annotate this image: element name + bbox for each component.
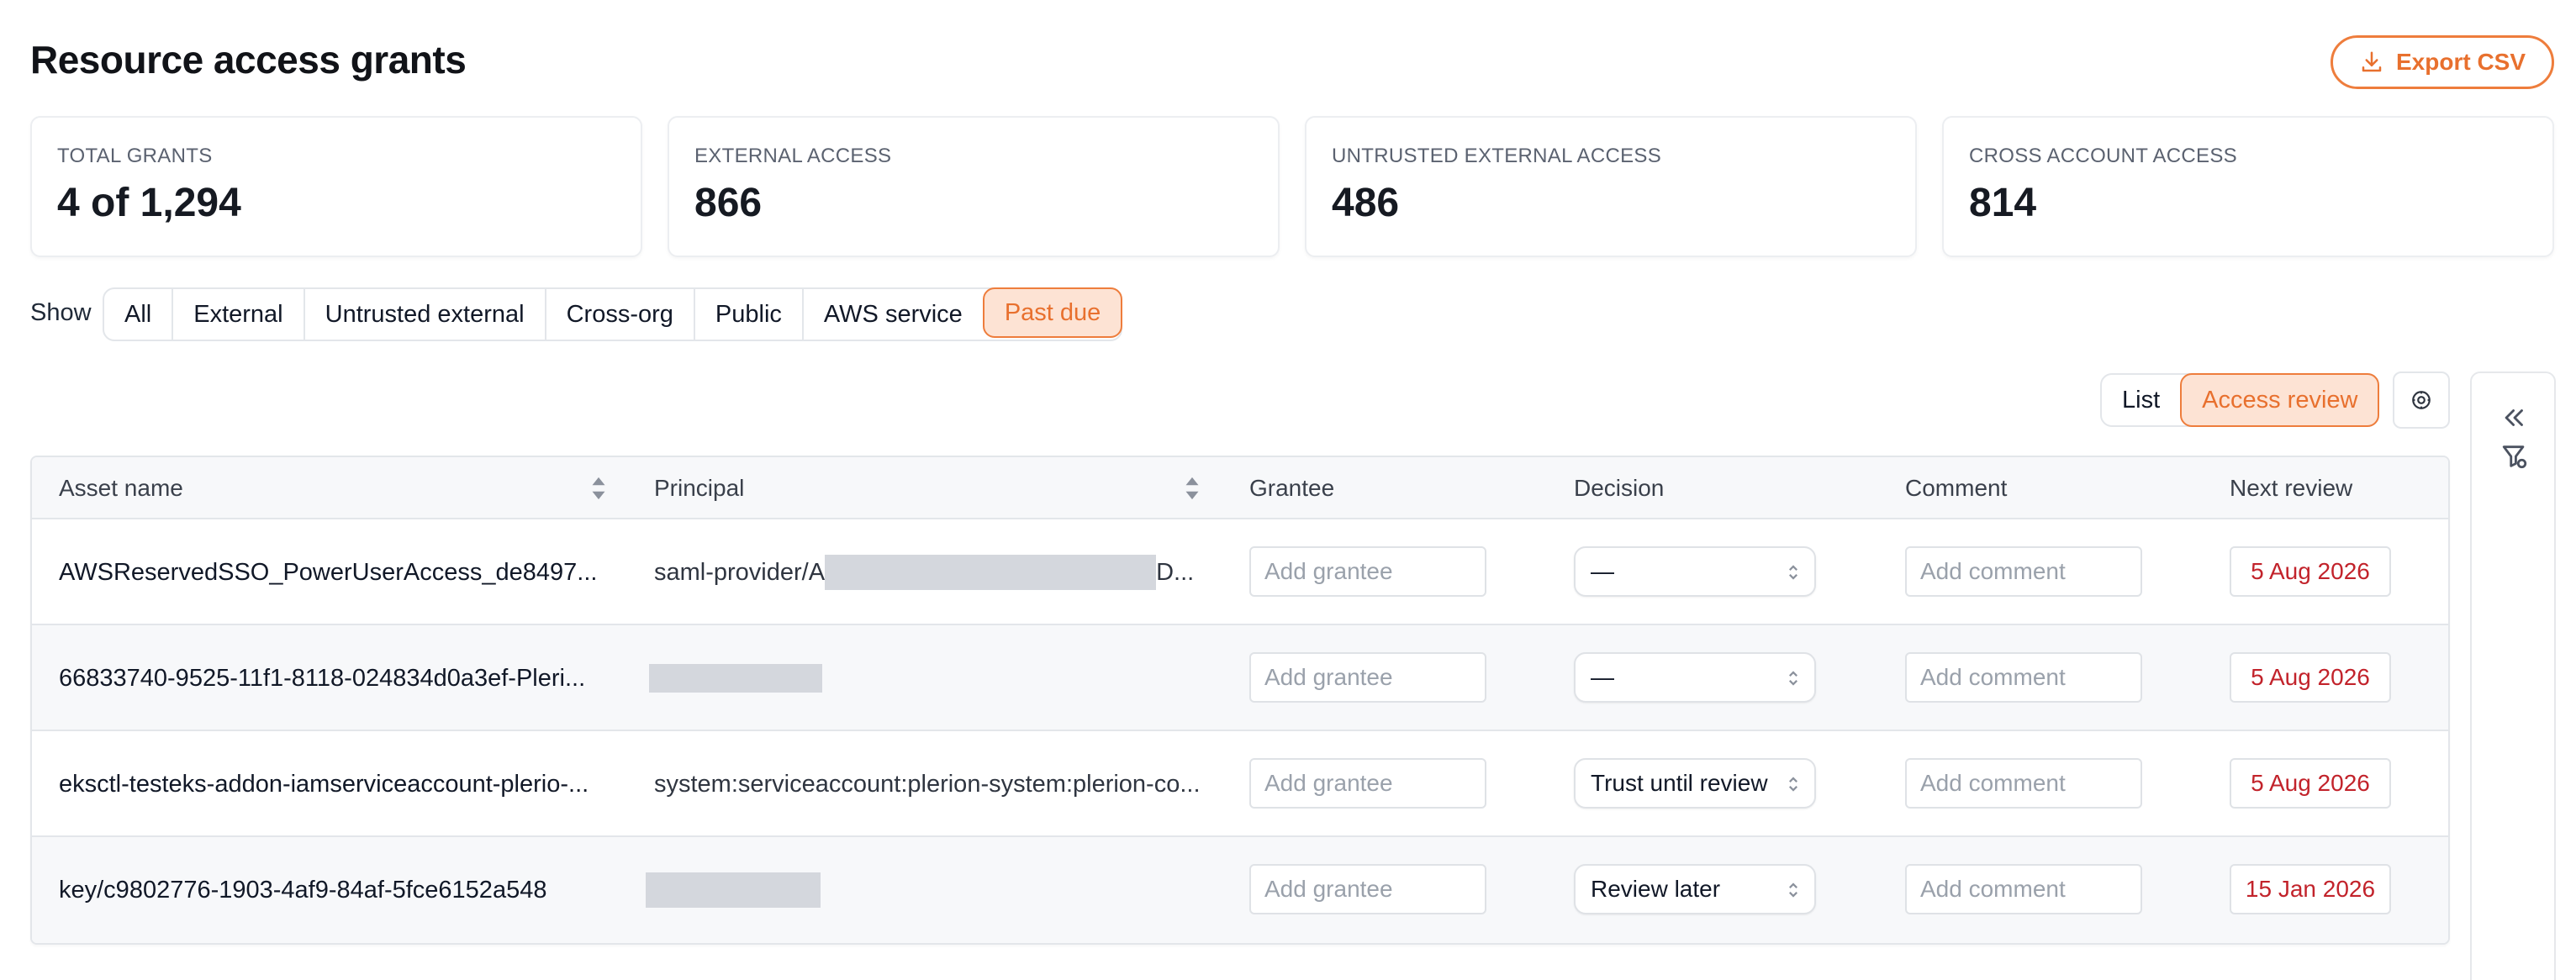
sort-icon[interactable] (590, 476, 607, 501)
asset-name-cell: AWSReservedSSO_PowerUserAccess_de8497... (59, 558, 598, 586)
download-icon (2362, 51, 2382, 72)
header-asset-name[interactable]: Asset name (59, 457, 183, 519)
filter-aws-service[interactable]: AWS service (801, 289, 983, 340)
grantee-input[interactable]: Add grantee (1249, 546, 1486, 597)
principal-cell: saml-provider/A D... (654, 519, 1226, 625)
filter-past-due[interactable]: Past due (982, 287, 1123, 338)
table-row[interactable]: AWSReservedSSO_PowerUserAccess_de8497...… (32, 519, 2448, 625)
header-principal[interactable]: Principal (654, 457, 744, 519)
filter-untrusted-external[interactable]: Untrusted external (303, 289, 545, 340)
stat-label: TOTAL GRANTS (57, 145, 213, 167)
decision-select[interactable]: Review later (1574, 864, 1816, 914)
stat-label: UNTRUSTED EXTERNAL ACCESS (1332, 145, 1662, 167)
header-grantee: Grantee (1249, 475, 1335, 501)
asset-name-cell: eksctl-testeks-addon-iamserviceaccount-p… (59, 770, 589, 798)
page-title: Resource access grants (30, 38, 467, 82)
comment-input[interactable]: Add comment (1905, 864, 2142, 914)
asset-name-cell: 66833740-9525-11f1-8118-024834d0a3ef-Ple… (59, 664, 586, 692)
asset-name-cell: key/c9802776-1903-4af9-84af-5fce6152a548 (59, 876, 547, 904)
filter-external[interactable]: External (172, 289, 303, 340)
chevron-up-down-icon (1789, 883, 1797, 898)
redacted-block (646, 872, 821, 908)
stat-value: 814 (1969, 181, 2037, 225)
header-comment: Comment (1905, 475, 2008, 501)
next-review-date[interactable]: 5 Aug 2026 (2230, 758, 2391, 809)
view-list-button[interactable]: List (2102, 375, 2180, 425)
header-next-review: Next review (2230, 475, 2353, 501)
stat-card-untrusted-external-access: UNTRUSTED EXTERNAL ACCESS 486 (1305, 116, 1917, 257)
settings-icon (2412, 391, 2431, 409)
stat-card-cross-account-access: CROSS ACCOUNT ACCESS 814 (1942, 116, 2554, 257)
table-row[interactable]: eksctl-testeks-addon-iamserviceaccount-p… (32, 731, 2448, 837)
view-access-review-button[interactable]: Access review (2180, 373, 2380, 427)
stat-value: 4 of 1,294 (57, 181, 241, 225)
decision-select[interactable]: — (1574, 546, 1816, 597)
side-filter-panel (2470, 371, 2556, 980)
next-review-date[interactable]: 15 Jan 2026 (2230, 864, 2391, 914)
redacted-block (825, 555, 1157, 590)
stat-label: EXTERNAL ACCESS (694, 145, 892, 167)
chevrons-left-icon[interactable] (2500, 403, 2529, 432)
stat-card-external-access: EXTERNAL ACCESS 866 (668, 116, 1280, 257)
decision-value: — (1591, 664, 1614, 690)
stat-value: 486 (1332, 181, 1400, 225)
stat-value: 866 (694, 181, 763, 225)
grantee-input[interactable]: Add grantee (1249, 864, 1486, 914)
next-review-date[interactable]: 5 Aug 2026 (2230, 652, 2391, 703)
header-decision: Decision (1574, 475, 1665, 501)
chevron-up-down-icon (1789, 565, 1797, 580)
decision-value: Trust until review (1591, 770, 1768, 796)
decision-value: — (1591, 558, 1614, 584)
table-row[interactable]: 66833740-9525-11f1-8118-024834d0a3ef-Ple… (32, 625, 2448, 731)
principal-cell (646, 837, 1217, 943)
comment-input[interactable]: Add comment (1905, 652, 2142, 703)
stat-card-total-grants: TOTAL GRANTS 4 of 1,294 (30, 116, 642, 257)
filter-settings-icon[interactable] (2500, 442, 2529, 471)
show-filter-label: Show (30, 299, 92, 326)
redacted-block (649, 664, 822, 693)
decision-select[interactable]: — (1574, 652, 1816, 703)
principal-cell: system:serviceaccount:plerion-system:ple… (654, 770, 1201, 798)
comment-input[interactable]: Add comment (1905, 758, 2142, 809)
filter-segmented-control: All External Untrusted external Cross-or… (103, 287, 1123, 341)
decision-select[interactable]: Trust until review (1574, 758, 1816, 809)
table-row[interactable]: key/c9802776-1903-4af9-84af-5fce6152a548… (32, 837, 2448, 943)
next-review-date[interactable]: 5 Aug 2026 (2230, 546, 2391, 597)
export-csv-button[interactable]: Export CSV (2331, 35, 2554, 89)
table-header: Asset name Principal Grantee Decision Co… (32, 457, 2448, 519)
filter-public[interactable]: Public (693, 289, 802, 340)
export-csv-label: Export CSV (2395, 49, 2526, 75)
chevron-up-down-icon (1789, 777, 1797, 792)
filter-cross-org[interactable]: Cross-org (544, 289, 694, 340)
comment-input[interactable]: Add comment (1905, 546, 2142, 597)
grantee-input[interactable]: Add grantee (1249, 758, 1486, 809)
view-toggle: List Access review (2100, 373, 2380, 427)
stat-label: CROSS ACCOUNT ACCESS (1969, 145, 2237, 167)
grants-table: Asset name Principal Grantee Decision Co… (30, 456, 2450, 945)
filter-all[interactable]: All (104, 289, 172, 340)
principal-cell (649, 625, 1221, 731)
decision-value: Review later (1591, 876, 1721, 902)
table-settings-button[interactable] (2393, 371, 2450, 429)
sort-icon[interactable] (1184, 476, 1201, 501)
chevron-up-down-icon (1789, 671, 1797, 686)
principal-text: saml-provider/A (654, 558, 826, 586)
principal-text-suffix: D... (1156, 558, 1195, 586)
grantee-input[interactable]: Add grantee (1249, 652, 1486, 703)
